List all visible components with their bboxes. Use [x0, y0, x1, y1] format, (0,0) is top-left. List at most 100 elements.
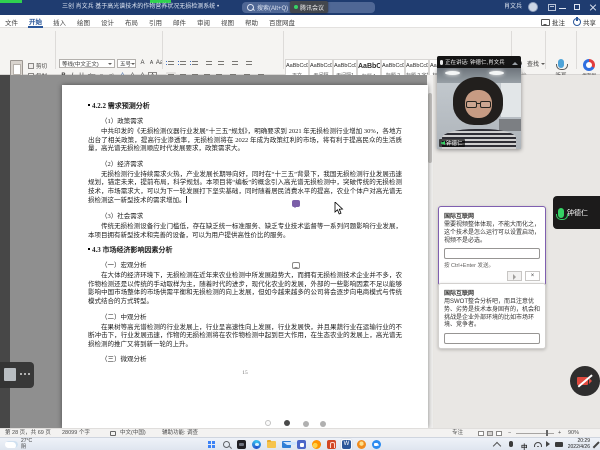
- blue-tile-app-button[interactable]: [296, 439, 307, 450]
- floating-dock-widget[interactable]: [0, 362, 34, 388]
- font-name-select[interactable]: 等线(中文正文): [59, 59, 115, 68]
- comments-button[interactable]: 批注: [541, 17, 565, 27]
- weather-cloud-icon[interactable]: [5, 441, 18, 448]
- doc-subheading: （2）经济需求: [88, 158, 402, 168]
- zoom-slider-thumb[interactable]: [546, 430, 548, 436]
- tray-mic-icon[interactable]: [509, 441, 513, 447]
- search-icon: [247, 4, 254, 11]
- comment-card[interactable]: 国际互联网 用SWOT整合分析吧，而且注意优势、劣势是技术本身固有的，机会和挑战…: [438, 283, 546, 349]
- multilevel-list-button[interactable]: [190, 59, 200, 68]
- camera-off-button[interactable]: [570, 366, 600, 396]
- video-desk: [499, 119, 521, 131]
- overlay-dot[interactable]: [284, 420, 290, 426]
- tencent-meeting-button[interactable]: [371, 439, 382, 450]
- cut-button[interactable]: 剪切: [28, 61, 54, 70]
- powerpoint-button[interactable]: [326, 439, 337, 450]
- proofing-icon[interactable]: [110, 431, 116, 436]
- comment-send-button[interactable]: [507, 271, 522, 281]
- tab-design[interactable]: 设计: [100, 17, 115, 27]
- tab-review[interactable]: 审阅: [196, 17, 211, 27]
- meeting-mic-indicator[interactable]: 钟德仁: [553, 196, 600, 229]
- account-avatar[interactable]: [528, 2, 538, 12]
- dark-app-button[interactable]: [236, 439, 247, 450]
- taskbar-clock[interactable]: 20:29 2022/4/26: [566, 439, 590, 450]
- comment-reply-input[interactable]: [444, 333, 540, 344]
- taskbar-search-button[interactable]: [221, 439, 232, 450]
- doc-subheading: （1）政策需求: [88, 115, 402, 125]
- meeting-video-tile[interactable]: 钟德仁: [437, 68, 521, 149]
- file-explorer-button[interactable]: [266, 439, 277, 450]
- overlay-dot[interactable]: [320, 421, 326, 427]
- close-button[interactable]: [586, 0, 600, 15]
- windows-taskbar: 27°C 阴 中 20:29 2022/4/26: [0, 437, 600, 450]
- scissors-icon: [28, 63, 34, 69]
- tab-insert[interactable]: 插入: [52, 17, 67, 27]
- web-layout-icon[interactable]: [496, 431, 502, 436]
- doc-subheading: （二）中观分析: [88, 311, 402, 321]
- clipboard-icon: [10, 60, 23, 76]
- tab-view[interactable]: 视图: [220, 17, 235, 27]
- dock-thumbnail: [4, 368, 16, 381]
- doc-subheading: （一）宏观分析: [88, 259, 402, 269]
- tab-draw[interactable]: 绘图: [76, 17, 91, 27]
- numbering-button[interactable]: [178, 59, 188, 68]
- speaker-icon: [441, 141, 445, 145]
- show-formatting-marks-button[interactable]: [244, 59, 254, 68]
- minimize-button[interactable]: [556, 0, 570, 15]
- tab-mailings[interactable]: 邮件: [172, 17, 187, 27]
- doc-paragraph: 传统无损检测设备行业门槛低，存在缺乏统一标准服务、缺乏专业技术监督等一系列问题影…: [88, 223, 402, 240]
- volume-icon[interactable]: [546, 441, 553, 447]
- weather-widget[interactable]: 27°C 阴: [21, 439, 32, 450]
- windows-ink-pen-icon[interactable]: [593, 441, 600, 448]
- tray-camera-icon[interactable]: [555, 442, 563, 447]
- tab-help[interactable]: 帮助: [244, 17, 259, 27]
- mail-button[interactable]: [281, 439, 292, 450]
- sort-button[interactable]: [230, 59, 240, 68]
- tab-references[interactable]: 引用: [148, 17, 163, 27]
- wifi-icon[interactable]: [534, 442, 542, 447]
- tab-home[interactable]: 开始: [28, 16, 43, 28]
- ime-indicator[interactable]: 中: [521, 441, 528, 450]
- start-button[interactable]: [206, 439, 217, 450]
- increase-indent-button[interactable]: [216, 59, 226, 68]
- comment-cancel-button[interactable]: ×: [525, 271, 540, 281]
- account-name[interactable]: 肖文兵: [504, 0, 522, 15]
- share-button[interactable]: 共享: [573, 17, 596, 27]
- orange-app-button[interactable]: [356, 439, 367, 450]
- folder-icon: [267, 441, 276, 448]
- bullets-button[interactable]: [166, 59, 176, 68]
- firefox-button[interactable]: [311, 439, 322, 450]
- tab-baidu-netdisk[interactable]: 百度网盘: [268, 17, 296, 27]
- overlay-dot[interactable]: [265, 420, 271, 426]
- meeting-speaking-bar[interactable]: 正在讲话: 钟德仁,肖文兵: [437, 56, 521, 68]
- font-size-select[interactable]: 五号: [117, 59, 136, 68]
- search-icon: [223, 441, 230, 448]
- document-page[interactable]: 4.2.2 需求预测分析 （1）政策需求 中共印发的《无损检测仪器行业发展“十三…: [62, 85, 428, 428]
- zoom-slider[interactable]: [516, 433, 554, 434]
- scrollbar-thumb[interactable]: [428, 93, 432, 163]
- style-square-mark: [88, 248, 90, 250]
- restore-button[interactable]: [571, 0, 585, 15]
- speaking-mic-icon: [440, 60, 443, 65]
- tencent-meeting-chip[interactable]: 腾讯会议: [290, 1, 328, 13]
- tab-layout[interactable]: 布局: [124, 17, 139, 27]
- tab-file[interactable]: 文件: [4, 17, 19, 27]
- overlay-dot[interactable]: [303, 421, 309, 427]
- comment-anchor-icon[interactable]: [292, 200, 300, 207]
- tray-overflow-chevron-icon[interactable]: [493, 442, 501, 450]
- edge-button[interactable]: [251, 439, 262, 450]
- comment-anchor-icon[interactable]: [292, 262, 300, 269]
- style-square-mark: [88, 104, 90, 106]
- clock-date: 2022/4/26: [566, 445, 590, 450]
- read-mode-icon[interactable]: [478, 431, 484, 436]
- comment-reply-input[interactable]: [444, 248, 540, 259]
- desktop: 三创 肖文兵 基于高光谱技术的作物营养状况无损检测系统 • 搜索(Alt+Q) …: [0, 0, 600, 450]
- ribbon-display-options-icon[interactable]: [548, 4, 556, 11]
- ceiling-lamp: [489, 71, 504, 75]
- comment-card-active[interactable]: 国际互联网 需要视频整体体现，不能大而化之，这个技术是怎么运行可以设置启动，视频…: [438, 206, 546, 286]
- word-button-active[interactable]: [341, 439, 352, 450]
- decrease-indent-button[interactable]: [204, 59, 214, 68]
- print-layout-icon[interactable]: [487, 431, 493, 436]
- grow-font-button[interactable]: A: [138, 59, 147, 68]
- speaking-label: 正在讲话: 钟德仁,肖文兵: [445, 58, 505, 66]
